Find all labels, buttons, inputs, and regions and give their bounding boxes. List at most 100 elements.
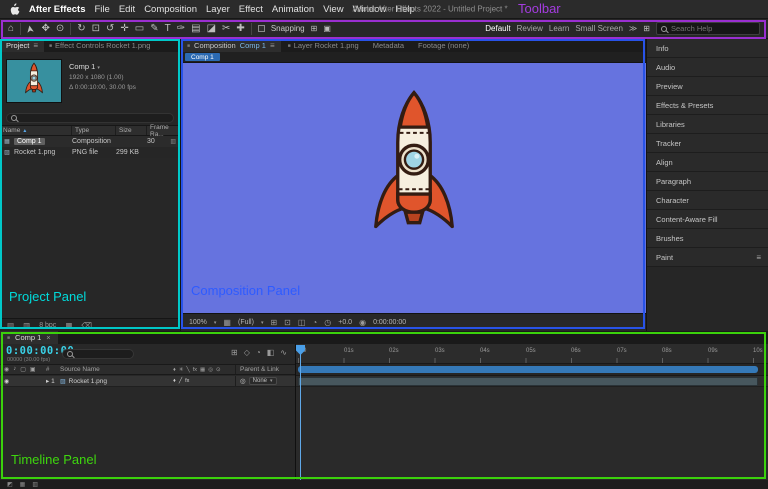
tab-footage[interactable]: Footage (none) — [411, 39, 476, 52]
workspace-review[interactable]: Review — [517, 24, 543, 33]
resolution-value[interactable]: (Full) — [238, 319, 254, 326]
tab-project[interactable]: Project ≡ — [0, 39, 45, 52]
frame-blending-icon[interactable]: ◧ — [267, 348, 275, 357]
menu-item-layer[interactable]: Layer — [206, 4, 230, 15]
help-search-input[interactable] — [671, 24, 755, 33]
panel-paint[interactable]: Paint ≡ — [647, 248, 768, 267]
timeline-search-field[interactable] — [62, 349, 134, 359]
menu-item-animation[interactable]: Animation — [272, 4, 314, 15]
puppet-pin-tool-icon[interactable]: ✚ — [236, 23, 244, 34]
panel-align[interactable]: Align — [647, 153, 768, 172]
panel-menu-icon[interactable]: ≡ — [756, 253, 768, 262]
column-size[interactable]: Size — [116, 126, 147, 135]
project-row-name[interactable]: Rocket 1.png — [14, 149, 72, 156]
timeline-track-area[interactable]: :00 01s 02s 03s 04s 05s 06s 07s 08s 09s … — [296, 344, 768, 480]
draft-3d-icon[interactable]: ◇ — [244, 348, 250, 357]
roto-brush-tool-icon[interactable]: ✂ — [222, 23, 230, 34]
shape-tool-icon[interactable]: ▭ — [135, 23, 144, 34]
eraser-tool-icon[interactable]: ◪ — [207, 23, 216, 34]
exposure-icon[interactable]: ◷ — [324, 318, 331, 327]
new-folder-icon[interactable]: ▥ — [23, 321, 30, 330]
panel-preview[interactable]: Preview — [647, 77, 768, 96]
panel-menu-icon[interactable]: ≡ — [270, 41, 275, 50]
parent-link-dropdown[interactable]: None ▾ — [248, 377, 277, 385]
column-source-name[interactable]: Source Name — [60, 366, 173, 373]
playhead-line[interactable] — [300, 350, 301, 480]
comp-navigator-chip[interactable]: Comp 1 — [185, 53, 220, 61]
type-tool-icon[interactable]: T — [165, 23, 171, 34]
zoom-level[interactable]: 100% — [189, 319, 207, 326]
layer-fx-icon[interactable]: fx — [185, 378, 189, 384]
interpret-footage-icon[interactable]: ▤ — [7, 321, 14, 330]
hide-shy-layers-icon[interactable]: ◔ — [256, 348, 261, 357]
menu-item-view[interactable]: View — [323, 4, 343, 15]
comp-thumbnail[interactable] — [6, 59, 62, 103]
hand-tool-icon[interactable]: ✥ — [41, 23, 49, 34]
camera-tool-icon[interactable]: ⊡ — [92, 23, 100, 34]
layer-eye-icon[interactable]: ◉ — [4, 378, 9, 385]
tab-composition[interactable]: ■ Composition Comp 1 ≡ — [181, 39, 281, 52]
close-icon[interactable]: × — [46, 333, 50, 342]
layer-twirl-and-number[interactable]: ▸ 1 — [46, 377, 60, 385]
snapshot-camera-icon[interactable]: ◉ — [359, 318, 366, 327]
menu-app-name[interactable]: After Effects — [29, 4, 86, 15]
pan-behind-tool-icon[interactable]: ✛ — [120, 23, 128, 34]
menu-item-edit[interactable]: Edit — [119, 4, 135, 15]
time-ruler[interactable]: :00 01s 02s 03s 04s 05s 06s 07s 08s 09s … — [296, 344, 768, 364]
apple-logo-icon[interactable] — [10, 3, 20, 15]
grid-guides-icon[interactable]: ⊞ — [270, 318, 277, 327]
snapping-checkbox[interactable] — [257, 25, 265, 32]
pick-whip-icon[interactable]: ◎ — [240, 377, 246, 385]
snapping-option-b-icon[interactable]: ▣ — [323, 24, 331, 33]
tab-metadata[interactable]: Metadata — [366, 39, 411, 52]
column-name[interactable]: Name ▲ — [0, 126, 72, 135]
help-search-box[interactable] — [656, 22, 760, 35]
panel-info[interactable]: Info — [647, 39, 768, 58]
region-of-interest-icon[interactable]: ◫ — [298, 318, 306, 327]
panel-content-aware-fill[interactable]: Content-Aware Fill — [647, 210, 768, 229]
workspace-grid-icon[interactable]: ⊞ — [643, 24, 650, 33]
expand-in-out-controls-icon[interactable]: ▥ — [32, 481, 38, 488]
rotate-tool-icon[interactable]: ↺ — [106, 23, 114, 34]
mini-flowchart-icon[interactable]: ⊞ — [231, 348, 238, 357]
column-parent-link[interactable]: Parent & Link — [235, 365, 295, 374]
workspace-learn[interactable]: Learn — [549, 24, 569, 33]
tab-layer[interactable]: ■ Layer Rocket 1.png — [281, 39, 366, 52]
toggle-switches-modes-icon[interactable]: ◩ — [7, 481, 13, 488]
project-row-comp1[interactable]: ▦ Comp 1 Composition 30 ▥ — [0, 136, 180, 147]
workspace-overflow-button[interactable]: ≫ — [629, 24, 637, 33]
composition-viewport[interactable] — [181, 63, 646, 313]
project-bpc-label[interactable]: 8 bpc — [39, 322, 56, 329]
timeline-tab-comp1[interactable]: ■ Comp 1 × — [0, 331, 58, 344]
panel-character[interactable]: Character — [647, 191, 768, 210]
selection-tool-icon[interactable]: ➤ — [25, 24, 37, 34]
panel-effects-presets[interactable]: Effects & Presets — [647, 96, 768, 115]
zoom-tool-icon[interactable]: ⊙ — [56, 23, 64, 34]
workspace-default[interactable]: Default — [485, 24, 510, 33]
new-composition-icon[interactable]: ▦ — [65, 321, 72, 330]
preview-timecode[interactable]: 0:00:00:00 — [373, 319, 406, 326]
menu-item-file[interactable]: File — [95, 4, 110, 15]
time-navigator-bar[interactable] — [298, 366, 758, 373]
snapping-option-a-icon[interactable]: ⊞ — [311, 24, 318, 33]
project-search-field[interactable] — [6, 112, 174, 123]
layer-row-rocket[interactable]: ◉ ▸ 1 ▨ Rocket 1.png ♦ ╱ fx ◎ None ▾ — [0, 376, 295, 387]
mask-visibility-icon[interactable]: ⊡ — [284, 318, 291, 327]
column-type[interactable]: Type — [72, 126, 116, 135]
tab-effect-controls[interactable]: ■ Effect Controls Rocket 1.png — [44, 39, 155, 52]
workspace-small-screen[interactable]: Small Screen — [575, 24, 623, 33]
column-frame-rate[interactable]: Frame Ra... — [147, 124, 180, 138]
panel-libraries[interactable]: Libraries — [647, 115, 768, 134]
home-tool-icon[interactable]: ⌂ — [8, 23, 14, 34]
panel-audio[interactable]: Audio — [647, 58, 768, 77]
layer-name[interactable]: Rocket 1.png — [69, 378, 107, 385]
project-row-rocket[interactable]: ▨ Rocket 1.png PNG file 299 KB — [0, 147, 180, 158]
rocket-artwork[interactable] — [366, 87, 462, 259]
clone-stamp-tool-icon[interactable]: ▤ — [191, 23, 200, 34]
layer-quality-icon[interactable]: ╱ — [179, 378, 182, 384]
layer-duration-bar[interactable] — [298, 377, 758, 386]
resolution-icon[interactable]: ▦ — [223, 318, 231, 327]
channels-icon[interactable]: ◔ — [312, 318, 317, 327]
twirl-icon[interactable]: ▸ — [46, 378, 49, 385]
project-row-name[interactable]: Comp 1 — [14, 138, 45, 145]
